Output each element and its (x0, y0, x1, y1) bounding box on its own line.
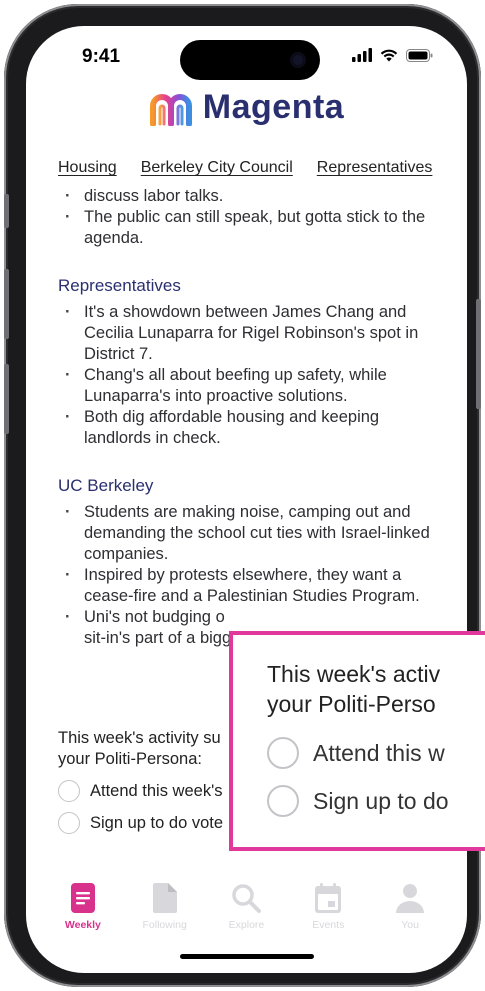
callout-title: This week's activ your Politi-Perso (267, 661, 441, 717)
radio-button[interactable] (267, 785, 299, 817)
volume-down-button (4, 364, 9, 434)
survey-option-label: Attend this week's (90, 781, 223, 800)
wifi-icon (380, 49, 398, 62)
front-camera (290, 52, 306, 68)
power-button (476, 299, 481, 409)
nav-label: Following (142, 919, 187, 931)
magenta-logo-icon (149, 93, 192, 126)
representatives-list: It's a showdown between James Chang and … (58, 302, 447, 449)
signal-icon (352, 48, 372, 62)
nav-label: Explore (228, 919, 265, 931)
radio-button[interactable] (58, 780, 80, 802)
app-header: Magenta (26, 88, 467, 127)
nav-label: Weekly (64, 919, 101, 931)
callout-option-label: Attend this w (313, 739, 445, 766)
silent-switch (4, 194, 9, 228)
city-council-list: discuss labor talks. The public can stil… (58, 186, 447, 249)
status-time: 9:41 (82, 46, 121, 67)
list-item: It's a showdown between James Chang and … (58, 302, 447, 365)
status-icons (352, 48, 433, 62)
search-icon (232, 884, 262, 913)
person-icon (396, 884, 425, 913)
weekly-content: discuss labor talks. The public can stil… (58, 186, 447, 649)
list-item: discuss labor talks. (58, 186, 447, 207)
list-item: Both dig affordable housing and keeping … (58, 407, 447, 449)
document-icon (70, 883, 95, 913)
nav-you[interactable]: You (380, 871, 440, 971)
nav-weekly[interactable]: Weekly (53, 871, 113, 971)
section-heading-uc-berkeley: UC Berkeley (58, 476, 154, 495)
topic-tabs: Housing Berkeley City Council Representa… (58, 159, 448, 177)
survey-option-label: Sign up to do vote (90, 813, 224, 832)
list-item: Chang's all about beefing up safety, whi… (58, 365, 447, 407)
battery-icon (406, 48, 433, 62)
list-item: Students are making noise, camping out a… (58, 502, 447, 565)
uc-berkeley-list: Students are making noise, camping out a… (58, 502, 447, 649)
list-item: Inspired by protests elsewhere, they wan… (58, 565, 447, 607)
callout-option-sign-up[interactable]: Sign up to do (267, 785, 449, 817)
callout-option-label: Sign up to do (313, 787, 449, 814)
dynamic-island (180, 40, 320, 80)
home-indicator (180, 954, 314, 959)
list-item: The public can still speak, but gotta st… (58, 207, 447, 249)
radio-button[interactable] (267, 737, 299, 769)
tab-representatives[interactable]: Representatives (317, 159, 433, 177)
tab-housing[interactable]: Housing (58, 159, 117, 177)
section-heading-representatives: Representatives (58, 276, 181, 295)
app-title: Magenta (202, 88, 345, 126)
callout-option-attend[interactable]: Attend this w (267, 737, 445, 769)
tab-berkeley-city-council[interactable]: Berkeley City Council (141, 159, 293, 177)
zoom-callout: This week's activ your Politi-Perso Atte… (229, 631, 485, 851)
file-icon (152, 883, 177, 913)
radio-button[interactable] (58, 812, 80, 834)
calendar-icon (315, 883, 342, 913)
volume-up-button (4, 269, 9, 339)
nav-label: Events (312, 919, 345, 931)
nav-label: You (401, 919, 419, 931)
